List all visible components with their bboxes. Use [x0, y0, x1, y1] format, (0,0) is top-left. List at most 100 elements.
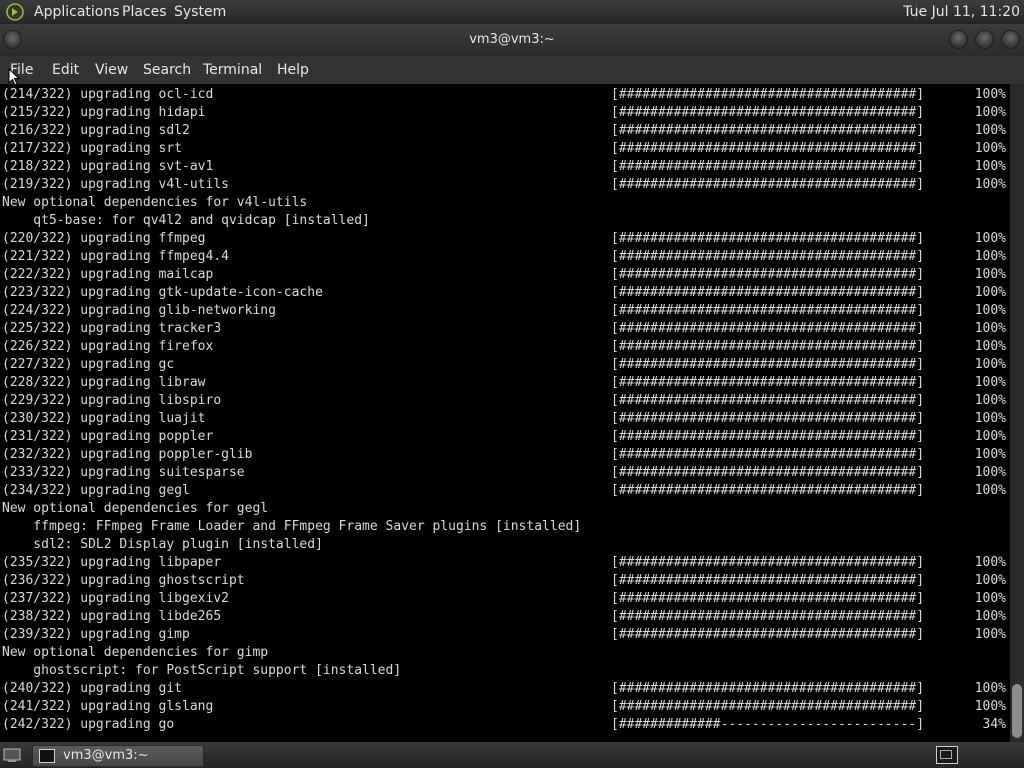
- progress-bar-text: [######################################]: [611, 285, 925, 300]
- progress-bar-text: [######################################]: [611, 375, 925, 390]
- progress-bar-text: [######################################]: [611, 681, 925, 696]
- terminal-line: (236/322) upgrading ghostscript [########…: [2, 572, 1006, 590]
- progress-bar-text: [######################################]: [611, 573, 925, 588]
- progress-percent: 100%: [974, 591, 1006, 606]
- window-titlebar[interactable]: vm3@vm3:~: [0, 24, 1024, 56]
- menu-search[interactable]: Search: [143, 61, 191, 79]
- progress-percent: 100%: [974, 375, 1006, 390]
- terminal-line-text: (230/322) upgrading luajit: [2, 411, 206, 426]
- terminal-line-text: (219/322) upgrading v4l-utils: [2, 177, 229, 192]
- terminal-line: (238/322) upgrading libde265 [###########…: [2, 608, 1006, 626]
- progress-bar-text: [######################################]: [611, 267, 925, 282]
- terminal-line: (221/322) upgrading ffmpeg4.4 [##########…: [2, 248, 1006, 266]
- scrollbar-thumb[interactable]: [1012, 684, 1022, 738]
- progress-percent: 100%: [974, 87, 1006, 102]
- terminal-line: (224/322) upgrading glib-networking [####…: [2, 302, 1006, 320]
- terminal-output[interactable]: (214/322) upgrading ocl-icd [############…: [0, 84, 1010, 742]
- terminal-icon: [39, 749, 55, 763]
- terminal-line: (220/322) upgrading ffmpeg [#############…: [2, 230, 1006, 248]
- menu-edit[interactable]: Edit: [52, 61, 79, 79]
- terminal-line-text: (229/322) upgrading libspiro: [2, 393, 222, 408]
- terminal-line: (242/322) upgrading go [#############----…: [2, 716, 1006, 734]
- window-title: vm3@vm3:~: [469, 32, 555, 47]
- progress-bar-text: [######################################]: [611, 483, 925, 498]
- bottom-panel: vm3@vm3:~: [0, 742, 1024, 768]
- terminal-line: New optional dependencies for gimp: [2, 644, 1006, 662]
- terminal-line-text: (225/322) upgrading tracker3: [2, 321, 222, 336]
- progress-percent: 100%: [974, 483, 1006, 498]
- workspace-window-preview: [940, 750, 952, 759]
- terminal-line-text: (237/322) upgrading libgexiv2: [2, 591, 229, 606]
- terminal-line: New optional dependencies for v4l-utils: [2, 194, 1006, 212]
- terminal-line-text: (215/322) upgrading hidapi: [2, 105, 206, 120]
- terminal-line-text: ghostscript: for PostScript support [ins…: [2, 663, 402, 678]
- places-menu[interactable]: Places: [122, 3, 167, 21]
- terminal-line-text: (226/322) upgrading firefox: [2, 339, 214, 354]
- terminal-line-text: New optional dependencies for v4l-utils: [2, 195, 308, 210]
- progress-percent: 100%: [974, 141, 1006, 156]
- terminal-line-text: (224/322) upgrading glib-networking: [2, 303, 276, 318]
- progress-bar-text: [######################################]: [611, 321, 925, 336]
- progress-bar-text: [######################################]: [611, 591, 925, 606]
- terminal-line-text: (216/322) upgrading sdl2: [2, 123, 190, 138]
- terminal-line: (232/322) upgrading poppler-glib [#######…: [2, 446, 1006, 464]
- system-menu[interactable]: System: [174, 3, 226, 21]
- terminal-line-text: (242/322) upgrading go: [2, 717, 175, 732]
- progress-bar-text: [######################################]: [611, 609, 925, 624]
- progress-bar-text: [######################################]: [611, 105, 925, 120]
- show-desktop-icon[interactable]: [2, 746, 22, 764]
- progress-bar-text: [######################################]: [611, 141, 925, 156]
- progress-percent: 100%: [974, 573, 1006, 588]
- progress-percent: 100%: [974, 609, 1006, 624]
- terminal-line-text: (232/322) upgrading poppler-glib: [2, 447, 253, 462]
- terminal-line: ffmpeg: FFmpeg Frame Loader and FFmpeg F…: [2, 518, 1006, 536]
- progress-percent: 100%: [974, 105, 1006, 120]
- terminal-line-text: (241/322) upgrading glslang: [2, 699, 214, 714]
- menu-help[interactable]: Help: [277, 61, 309, 79]
- top-panel: Applications Places System Tue Jul 11, 1…: [0, 0, 1024, 24]
- terminal-line-text: (234/322) upgrading gegl: [2, 483, 190, 498]
- gnome-foot-icon[interactable]: [6, 3, 24, 21]
- progress-percent: 100%: [974, 357, 1006, 372]
- terminal-scrollbar[interactable]: [1010, 84, 1024, 742]
- progress-percent: 100%: [974, 339, 1006, 354]
- taskbar-window-label: vm3@vm3:~: [63, 748, 149, 763]
- progress-bar-text: [######################################]: [611, 339, 925, 354]
- menubar: File Edit View Search Terminal Help: [0, 56, 1024, 84]
- progress-bar-text: [######################################]: [611, 465, 925, 480]
- terminal-line-text: ffmpeg: FFmpeg Frame Loader and FFmpeg F…: [2, 519, 582, 534]
- progress-percent: 100%: [974, 447, 1006, 462]
- terminal-line-text: (218/322) upgrading svt-av1: [2, 159, 214, 174]
- terminal-line-text: (233/322) upgrading suitesparse: [2, 465, 245, 480]
- progress-percent: 100%: [974, 267, 1006, 282]
- terminal-line-text: (231/322) upgrading poppler: [2, 429, 214, 444]
- terminal-line: (237/322) upgrading libgexiv2 [##########…: [2, 590, 1006, 608]
- workspace-switcher-icon[interactable]: [936, 746, 958, 764]
- minimize-icon[interactable]: [950, 31, 967, 48]
- terminal-line: (222/322) upgrading mailcap [############…: [2, 266, 1006, 284]
- progress-percent: 100%: [974, 177, 1006, 192]
- progress-percent: 100%: [974, 699, 1006, 714]
- progress-percent: 100%: [974, 123, 1006, 138]
- progress-percent: 100%: [974, 303, 1006, 318]
- taskbar-window-button[interactable]: vm3@vm3:~: [32, 745, 204, 767]
- clock[interactable]: Tue Jul 11, 11:20: [903, 3, 1020, 21]
- applications-menu[interactable]: Applications: [34, 3, 120, 21]
- terminal-line-text: qt5-base: for qv4l2 and qvidcap [install…: [2, 213, 370, 228]
- close-icon[interactable]: [1002, 31, 1019, 48]
- terminal-line-text: (217/322) upgrading srt: [2, 141, 183, 156]
- terminal-line-text: (222/322) upgrading mailcap: [2, 267, 214, 282]
- terminal-line: (225/322) upgrading tracker3 [###########…: [2, 320, 1006, 338]
- progress-bar-text: [######################################]: [611, 447, 925, 462]
- progress-percent: 100%: [974, 393, 1006, 408]
- terminal-line-text: (235/322) upgrading libpaper: [2, 555, 222, 570]
- progress-percent: 100%: [974, 627, 1006, 642]
- progress-bar-text: [######################################]: [611, 393, 925, 408]
- progress-bar-text: [######################################]: [611, 87, 925, 102]
- terminal-line-text: New optional dependencies for gimp: [2, 645, 269, 660]
- progress-bar-text: [######################################]: [611, 699, 925, 714]
- menu-terminal[interactable]: Terminal: [203, 61, 262, 79]
- terminal-line: (226/322) upgrading firefox [############…: [2, 338, 1006, 356]
- menu-view[interactable]: View: [95, 61, 128, 79]
- maximize-icon[interactable]: [976, 31, 993, 48]
